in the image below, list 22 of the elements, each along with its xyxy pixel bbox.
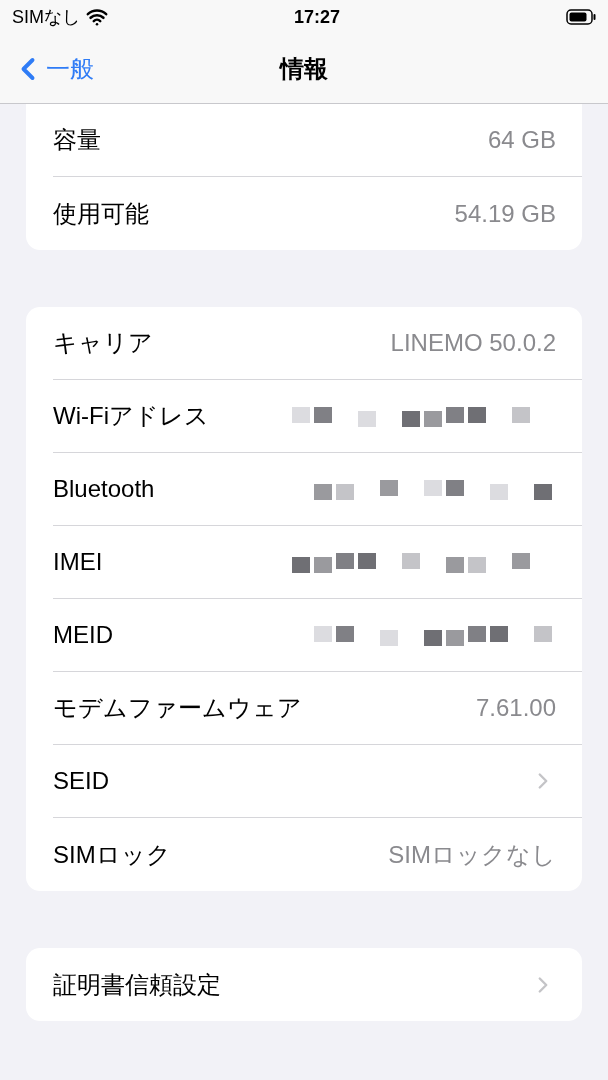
row-label: モデムファームウェア xyxy=(53,693,302,723)
row-value: 54.19 GB xyxy=(454,198,556,229)
back-button[interactable]: 一般 xyxy=(0,50,94,87)
row-label: Bluetooth xyxy=(53,474,155,504)
row-label: MEID xyxy=(53,620,113,650)
row-label: SEID xyxy=(53,766,109,796)
row-label: IMEI xyxy=(53,547,103,577)
row-label: SIMロック xyxy=(53,839,171,870)
row-label: キャリア xyxy=(53,328,153,358)
battery-icon xyxy=(566,9,596,25)
page-title: 情報 xyxy=(280,53,328,84)
row-value: LINEMO 50.0.2 xyxy=(390,328,556,358)
row-label: Wi-Fiアドレス xyxy=(53,401,209,431)
row-label: 証明書信頼設定 xyxy=(53,969,221,1000)
row-label: 容量 xyxy=(53,125,101,155)
row-value: 7.61.00 xyxy=(475,693,556,723)
status-time: 17:27 xyxy=(294,5,341,29)
row-value: SIMロックなし xyxy=(388,839,556,870)
row-value: 64 GB xyxy=(487,125,556,155)
wifi-icon xyxy=(86,6,108,28)
carrier-text: SIMなし xyxy=(12,5,80,29)
row-label: 使用可能 xyxy=(53,198,149,229)
